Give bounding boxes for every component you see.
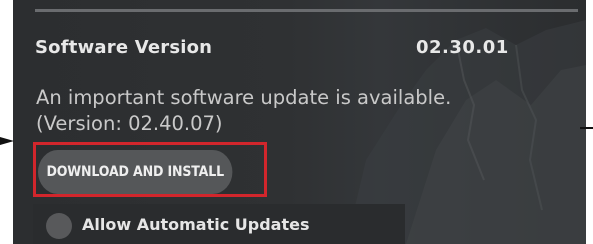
update-version-line: (Version: 02.40.07) — [36, 112, 223, 135]
update-message: An important software update is availabl… — [36, 85, 536, 137]
automatic-updates-toggle[interactable] — [46, 213, 72, 239]
software-version-label: Software Version — [35, 37, 213, 58]
download-and-install-button[interactable]: DOWNLOAD AND INSTALL — [38, 150, 233, 194]
automatic-updates-row[interactable]: Allow Automatic Updates — [33, 204, 405, 244]
software-version-value: 02.30.01 — [416, 37, 509, 58]
arrow-right-icon — [0, 135, 14, 147]
panel-divider — [35, 9, 578, 12]
update-message-line: An important software update is availabl… — [36, 86, 452, 109]
settings-panel: Software Version 02.30.01 An important s… — [13, 0, 586, 244]
automatic-updates-label: Allow Automatic Updates — [82, 215, 310, 234]
annotation-leader-line — [580, 127, 593, 129]
